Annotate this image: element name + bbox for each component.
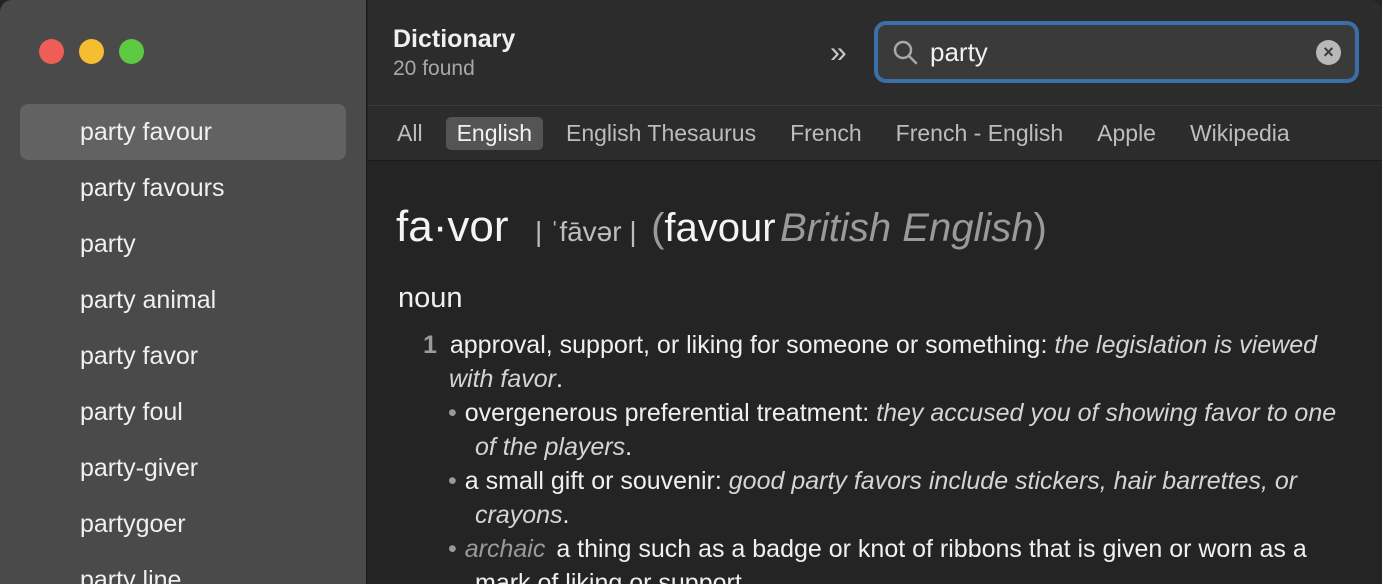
headword: fa·vor: [396, 202, 509, 251]
bullet: •: [448, 399, 457, 427]
result-count: 20 found: [393, 57, 475, 80]
result-item[interactable]: party line: [20, 552, 346, 584]
sub-definition: • a small gift or souvenir: good party fa…: [425, 464, 1343, 532]
pronunciation: | ˈfāvər |: [534, 216, 637, 247]
source-tabs: All English English Thesaurus French Fre…: [368, 105, 1382, 161]
sub-definition-text: a small gift or souvenir:: [464, 467, 722, 495]
entry-content: fa·vor | ˈfāvər | (favour British Englis…: [368, 162, 1382, 584]
tab-english-thesaurus[interactable]: English Thesaurus: [555, 117, 767, 150]
sub-definition-text: a thing such as a badge or knot of ribbo…: [475, 535, 1307, 584]
main-pane: Dictionary 20 found » × All English Engl…: [368, 0, 1382, 584]
toolbar: Dictionary 20 found » ×: [368, 0, 1382, 105]
result-item[interactable]: partygoer: [20, 496, 346, 552]
search-icon: [893, 40, 918, 65]
register-label: archaic: [464, 535, 546, 563]
dictionary-window: party favour party favours party party a…: [0, 0, 1382, 584]
result-item[interactable]: party-giver: [20, 440, 346, 496]
definitions: 1 approval, support, or liking for someo…: [423, 328, 1343, 584]
sub-definition-text: overgenerous preferential treatment:: [464, 399, 870, 427]
result-item[interactable]: party animal: [20, 272, 346, 328]
tab-french[interactable]: French: [779, 117, 873, 150]
close-window-button[interactable]: [39, 39, 64, 64]
sub-definition-end: .: [741, 569, 749, 584]
window-controls: [39, 39, 144, 64]
definition-number: 1: [423, 331, 437, 359]
result-item[interactable]: party favours: [20, 160, 346, 216]
result-item[interactable]: party favor: [20, 328, 346, 384]
tab-wikipedia[interactable]: Wikipedia: [1179, 117, 1301, 150]
result-item[interactable]: party favour: [20, 104, 346, 160]
sub-definition-end: .: [562, 501, 570, 529]
results-list: party favour party favours party party a…: [20, 104, 346, 584]
search-field[interactable]: ×: [874, 21, 1359, 83]
chevron-double-right-icon[interactable]: »: [830, 36, 847, 70]
tab-french-english[interactable]: French - English: [885, 117, 1074, 150]
variant-spelling: favour: [664, 206, 776, 250]
sidebar: party favour party favours party party a…: [0, 0, 367, 584]
zoom-window-button[interactable]: [119, 39, 144, 64]
bullet: •: [448, 535, 457, 563]
sub-definition-end: .: [625, 433, 633, 461]
definition-text: approval, support, or liking for someone…: [449, 331, 1048, 359]
result-item[interactable]: party: [20, 216, 346, 272]
result-item[interactable]: party foul: [20, 384, 346, 440]
search-input[interactable]: [930, 33, 1290, 71]
window-title: Dictionary: [393, 25, 516, 53]
sub-definition: • archaic a thing such as a badge or knot…: [425, 532, 1343, 584]
part-of-speech: noun: [398, 282, 463, 314]
tab-apple[interactable]: Apple: [1086, 117, 1167, 150]
tab-english[interactable]: English: [445, 116, 543, 150]
paren-close: ): [1033, 206, 1047, 250]
bullet: •: [448, 467, 457, 495]
definition-end: .: [555, 365, 563, 393]
headword-line: fa·vor | ˈfāvər | (favour British Englis…: [396, 202, 1047, 252]
definition: 1 approval, support, or liking for someo…: [423, 328, 1343, 396]
tab-all[interactable]: All: [386, 117, 434, 150]
minimize-window-button[interactable]: [79, 39, 104, 64]
paren-open: (: [651, 206, 665, 250]
clear-search-icon[interactable]: ×: [1316, 40, 1341, 65]
sub-definition: • overgenerous preferential treatment: th…: [425, 396, 1343, 464]
variant-label: British English: [780, 206, 1034, 250]
